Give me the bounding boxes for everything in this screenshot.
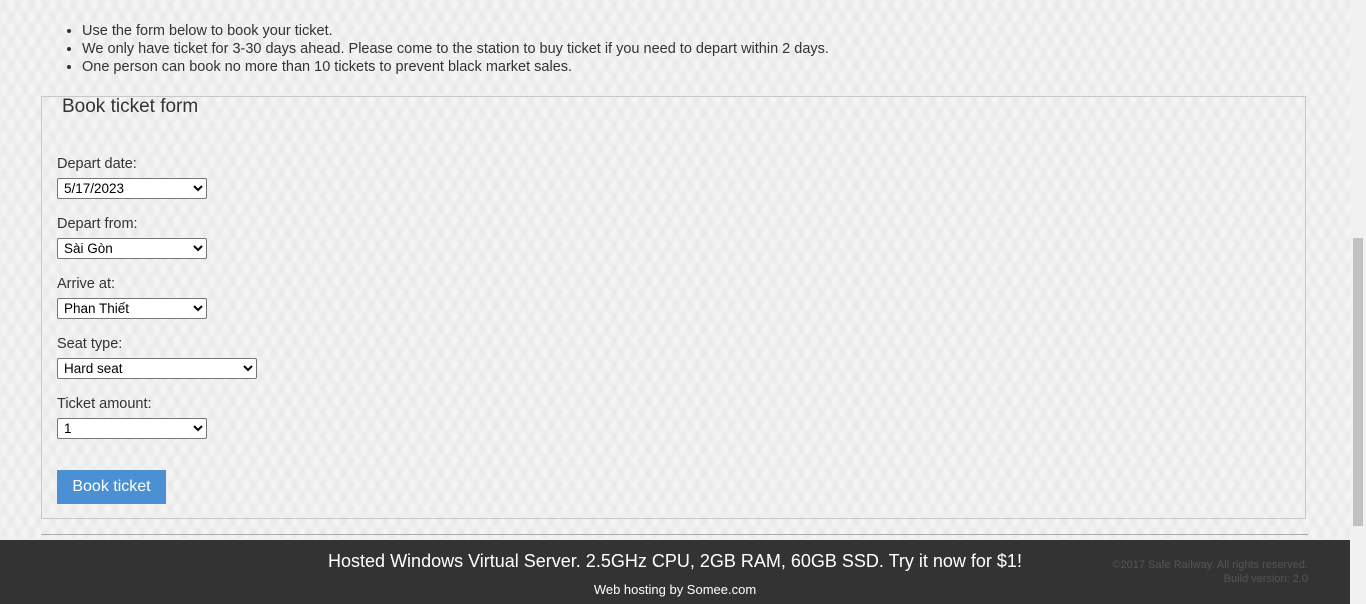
ticket-amount-select[interactable]: 1: [57, 418, 207, 439]
form-legend: Book ticket form: [62, 96, 199, 117]
ticket-amount-label: Ticket amount:: [57, 396, 152, 412]
scrollbar-thumb[interactable]: [1353, 238, 1363, 526]
footer-divider: [41, 534, 1308, 535]
book-ticket-button[interactable]: Book ticket: [57, 470, 166, 504]
depart-from-label: Depart from:: [57, 216, 138, 232]
depart-from-select[interactable]: Sài Gòn: [57, 238, 207, 259]
depart-date-select[interactable]: 5/17/2023: [57, 178, 207, 199]
book-ticket-form: Book ticket form: [41, 96, 1306, 519]
seat-type-label: Seat type:: [57, 336, 123, 352]
vertical-scrollbar[interactable]: [1350, 0, 1366, 604]
copyright-text: ©2017 Safe Railway. All rights reserved.: [1112, 559, 1308, 571]
page-content: Use the form below to book your ticket. …: [0, 0, 1350, 540]
booking-rules-list: Use the form below to book your ticket. …: [64, 22, 829, 76]
rule-item: We only have ticket for 3-30 days ahead.…: [82, 40, 829, 58]
arrive-at-select[interactable]: Phan Thiết: [57, 298, 207, 319]
arrive-at-label: Arrive at:: [57, 276, 116, 292]
copyright-block: ©2017 Safe Railway. All rights reserved.…: [1112, 558, 1308, 586]
seat-type-select[interactable]: Hard seat: [57, 358, 257, 379]
rule-item: One person can book no more than 10 tick…: [82, 58, 829, 76]
depart-date-label: Depart date:: [57, 156, 137, 172]
rule-item: Use the form below to book your ticket.: [82, 22, 829, 40]
footer: Hosted Windows Virtual Server. 2.5GHz CP…: [0, 540, 1350, 604]
build-version: Build version: 2.0: [1223, 573, 1308, 585]
